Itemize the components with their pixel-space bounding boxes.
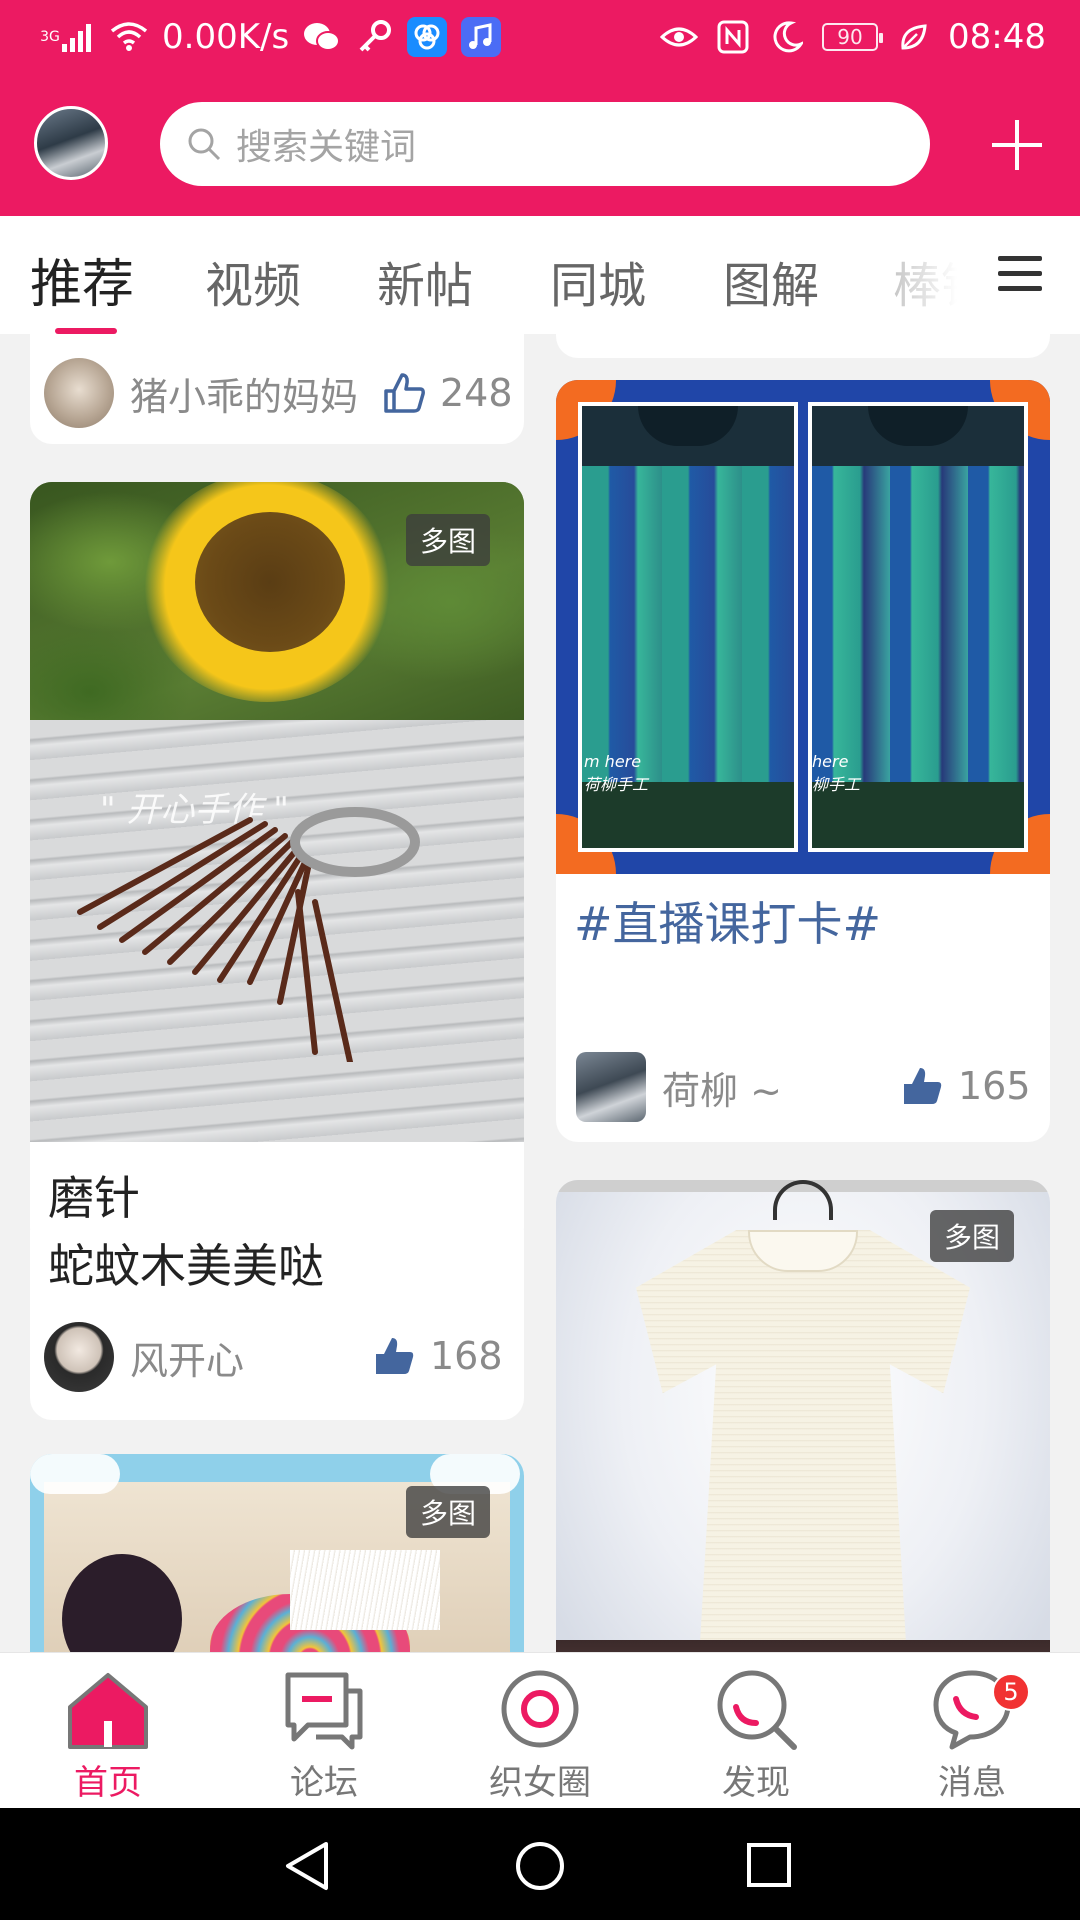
post-title: #直播课打卡# — [574, 897, 882, 951]
feed-card-footer[interactable]: 蛇蚊木美美哒 风开心 168 — [30, 1230, 524, 1420]
leaf-icon — [894, 18, 932, 56]
nav-discover-label: 发现 — [722, 1763, 790, 1803]
system-navigation-bar — [0, 1808, 1080, 1920]
tab-local[interactable]: 同城 — [550, 246, 646, 316]
home-circle-icon[interactable] — [514, 1840, 566, 1892]
bottom-navigation: 首页 论坛 织女圈 发现 5 消息 — [0, 1652, 1080, 1808]
nav-messages[interactable]: 5 消息 — [864, 1653, 1080, 1809]
menu-icon[interactable] — [998, 254, 1042, 294]
eye-comfort-icon — [660, 18, 699, 56]
feed-card[interactable]: 多图 — [556, 1180, 1050, 1652]
clock: 08:48 — [948, 17, 1046, 57]
thumbs-up-icon — [904, 1068, 942, 1104]
unread-badge: 5 — [992, 1673, 1030, 1711]
author-avatar — [576, 1052, 646, 1122]
discover-icon — [717, 1670, 797, 1750]
post-title-line2: 蛇蚊木美美哒 — [48, 1239, 324, 1293]
tab-recommend[interactable]: 推荐 — [30, 242, 134, 317]
search-placeholder: 搜索关键词 — [236, 127, 417, 168]
like-count[interactable]: 165 — [900, 1064, 1031, 1108]
nfc-icon — [714, 18, 752, 56]
nav-forum-label: 论坛 — [290, 1763, 358, 1803]
card-author[interactable]: 猪小乖的妈妈 — [44, 358, 358, 428]
cellular-signal-icon: 3G — [40, 18, 96, 56]
nav-home[interactable]: 首页 — [0, 1653, 216, 1809]
user-avatar[interactable] — [34, 106, 108, 180]
forum-icon — [285, 1672, 363, 1750]
multi-image-badge: 多图 — [930, 1210, 1015, 1262]
circle-icon — [501, 1670, 579, 1748]
thumbs-up-icon — [376, 1338, 414, 1374]
network-type: 3G — [40, 29, 60, 45]
post-image: " 开心手作 " — [30, 482, 524, 1142]
feed-card[interactable] — [556, 334, 1050, 358]
feed-card[interactable]: m here 荷柳手工 here 柳手工 #直播课打卡# 荷柳 ~ 165 — [556, 380, 1050, 1142]
app-notification-icon — [407, 17, 448, 57]
post-image — [30, 1454, 524, 1652]
multi-image-badge: 多图 — [406, 514, 491, 566]
tab-fade — [880, 216, 990, 334]
feed: 猪小乖的妈妈 248 " 开心手作 " 多图 磨针 蛇蚊木美美哒 风开心 168… — [0, 334, 1080, 1652]
nav-discover[interactable]: 发现 — [648, 1653, 864, 1809]
tab-new-posts[interactable]: 新帖 — [377, 246, 473, 316]
thumbs-up-outline-icon — [384, 373, 425, 413]
category-tabs: 推荐 视频 新帖 同城 图解 棒针 — [0, 216, 1080, 334]
music-app-icon — [461, 17, 502, 57]
card-author[interactable]: 风开心 — [44, 1322, 244, 1392]
author-avatar — [44, 358, 114, 428]
nav-forum[interactable]: 论坛 — [216, 1653, 432, 1809]
wifi-icon — [110, 18, 148, 56]
home-icon — [68, 1673, 148, 1749]
nav-circle[interactable]: 织女圈 — [432, 1653, 648, 1809]
feed-card[interactable]: " 开心手作 " 多图 磨针 — [30, 482, 524, 1250]
feed-card[interactable]: 猪小乖的妈妈 248 — [30, 334, 524, 444]
key-icon — [355, 18, 393, 56]
wechat-icon — [303, 18, 341, 56]
feed-card[interactable]: 多图 — [30, 1454, 524, 1652]
card-author[interactable]: 荷柳 ~ — [576, 1052, 782, 1122]
like-count[interactable]: 248 — [382, 371, 513, 415]
do-not-disturb-icon — [768, 18, 806, 56]
recents-icon[interactable] — [746, 1842, 792, 1888]
nav-messages-label: 消息 — [938, 1763, 1006, 1803]
top-header: 搜索关键词 — [0, 74, 1080, 216]
network-speed: 0.00K/s — [162, 17, 290, 57]
battery-indicator: 90 — [822, 23, 884, 51]
like-count[interactable]: 168 — [372, 1334, 503, 1378]
nav-circle-label: 织女圈 — [489, 1763, 591, 1803]
multi-image-badge: 多图 — [406, 1486, 491, 1538]
author-name: 风开心 — [130, 1338, 245, 1383]
author-name: 荷柳 ~ — [662, 1068, 782, 1113]
nav-home-label: 首页 — [74, 1763, 142, 1803]
tab-video[interactable]: 视频 — [205, 246, 301, 316]
search-icon — [188, 128, 221, 161]
author-avatar — [44, 1322, 114, 1392]
search-bar[interactable]: 搜索关键词 — [160, 102, 930, 186]
author-name: 猪小乖的妈妈 — [130, 374, 359, 419]
status-bar: 3G 0.00K/s 90 08:48 — [0, 0, 1080, 74]
post-image: m here 荷柳手工 here 柳手工 — [556, 380, 1050, 874]
tab-diagrams[interactable]: 图解 — [723, 246, 819, 316]
back-icon[interactable] — [282, 1840, 332, 1892]
add-post-icon[interactable] — [990, 118, 1044, 172]
post-title: 磨针 — [48, 1171, 140, 1225]
